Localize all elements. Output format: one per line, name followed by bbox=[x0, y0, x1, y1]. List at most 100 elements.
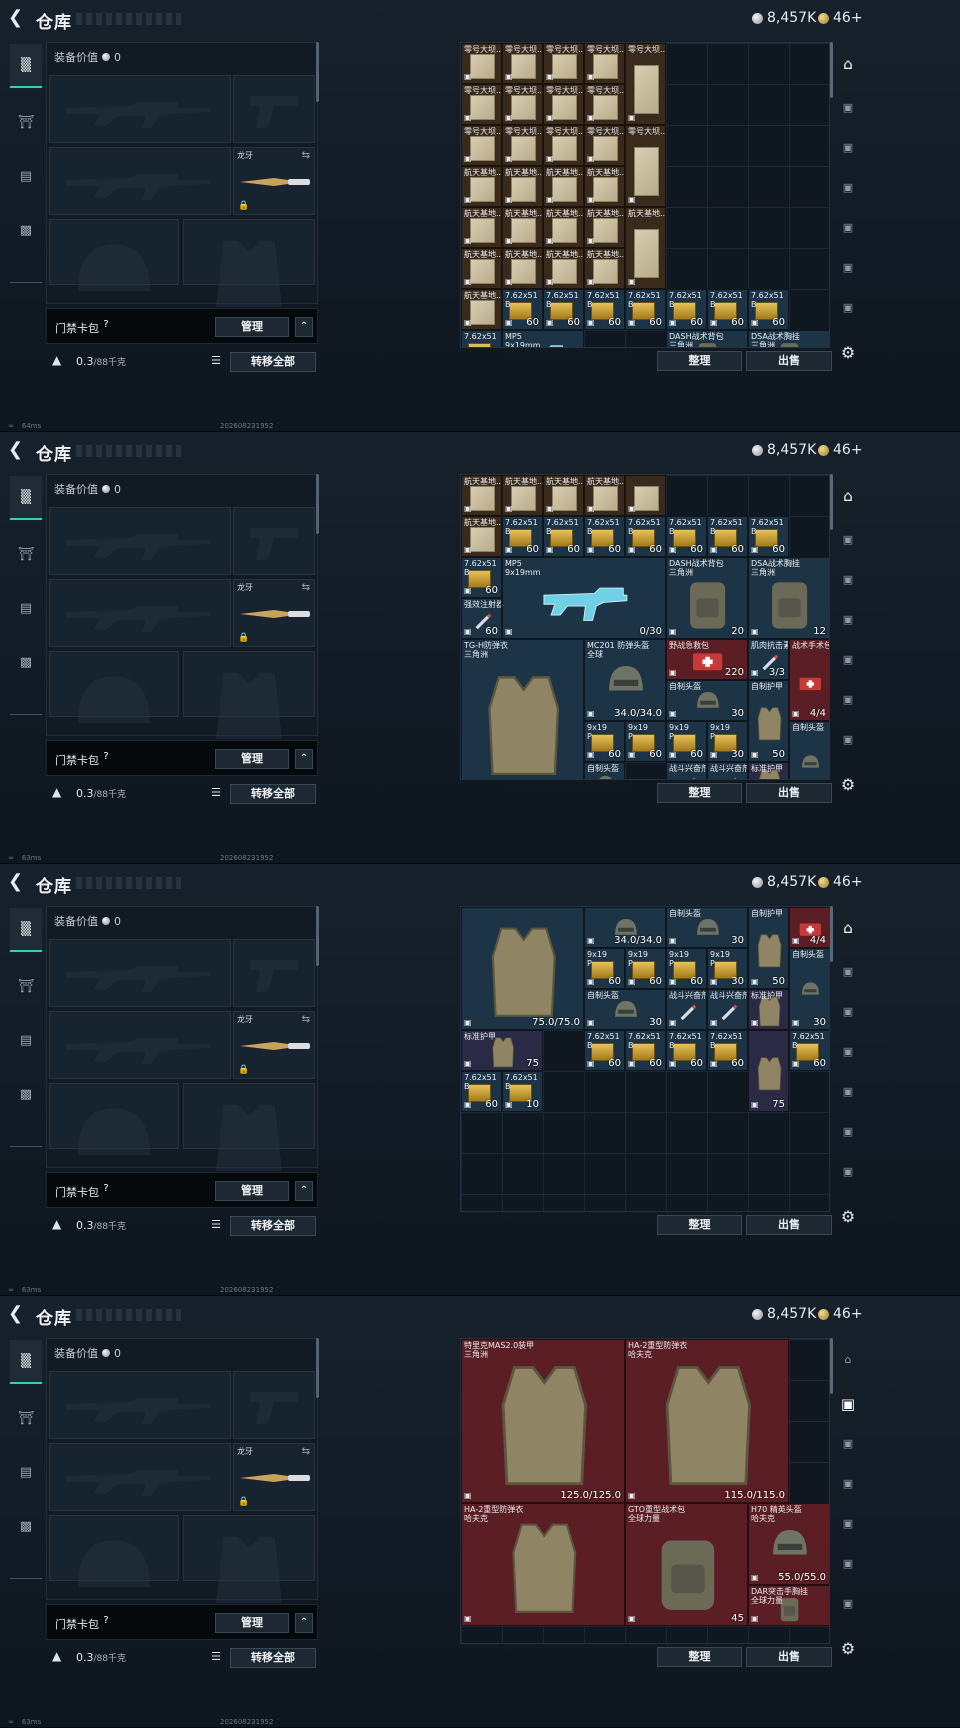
help-icon[interactable]: ? bbox=[99, 1183, 113, 1197]
stash-page-6[interactable]: ▣ bbox=[836, 256, 860, 280]
inventory-item[interactable]: DAR突击手胸挂 全球力量 ▣ bbox=[748, 1585, 829, 1626]
armor-slot[interactable] bbox=[183, 1083, 315, 1171]
primary-weapon-slot[interactable] bbox=[49, 939, 231, 1007]
inventory-item[interactable]: 航天基地... ▣ bbox=[461, 516, 502, 557]
inventory-item[interactable]: 航天基地... ▣ bbox=[502, 166, 543, 207]
inventory-item[interactable]: 7.62x51 B 60 ▣ bbox=[461, 557, 502, 598]
inventory-item[interactable]: 7.62x51 B 60 ▣ bbox=[584, 1030, 625, 1071]
inventory-item[interactable]: 零号大坝... ▣ bbox=[625, 43, 666, 125]
back-arrow-icon[interactable]: ❮ bbox=[8, 1305, 26, 1323]
swap-icon[interactable]: ⇆ bbox=[302, 150, 310, 161]
inventory-item[interactable]: HA-2重型防弹衣 哈夫克 ▣ bbox=[461, 1503, 625, 1626]
inventory-item[interactable]: 9x19 P 60 ▣ bbox=[625, 948, 666, 989]
stash-page-1[interactable]: ⌂ bbox=[836, 484, 860, 508]
melee-slot[interactable]: 龙牙 ⇆ 🔒 bbox=[233, 147, 315, 215]
melee-slot[interactable]: 龙牙 ⇆ 🔒 bbox=[233, 1443, 315, 1511]
tab-cases[interactable]: ▩ bbox=[10, 1072, 42, 1116]
pistol-slot[interactable] bbox=[233, 75, 315, 143]
inventory-item[interactable]: 航天基地... ▣ bbox=[461, 207, 502, 248]
inventory-item[interactable]: 自制护甲 50 ▣ bbox=[748, 907, 789, 989]
stash-scrollbar[interactable] bbox=[830, 1338, 833, 1394]
inventory-item[interactable]: 9x19 P 60 ▣ bbox=[625, 721, 666, 762]
inventory-item[interactable]: 自制头盔▣ bbox=[584, 762, 625, 779]
stash-scrollbar[interactable] bbox=[830, 906, 833, 962]
inventory-item[interactable]: 肌肉抗击素 3/3 ▣ bbox=[748, 639, 789, 680]
inventory-item[interactable]: 航天基地... ▣ bbox=[543, 166, 584, 207]
tab-cases[interactable]: ▩ bbox=[10, 208, 42, 252]
inventory-item[interactable]: 7.62x51 B 60 ▣ bbox=[707, 289, 748, 330]
inventory-item[interactable]: 4/4 ▣ bbox=[789, 907, 829, 948]
tab-consumables[interactable]: ▤ bbox=[10, 1450, 42, 1494]
inventory-item[interactable]: 34.0/34.0 ▣ bbox=[584, 907, 666, 948]
inventory-item[interactable]: 7.62x51 B 60 ▣ bbox=[748, 516, 789, 557]
chevron-up-icon[interactable]: ⌃ bbox=[295, 749, 313, 769]
stash-page-2[interactable]: ▣ bbox=[836, 96, 860, 120]
secondary-weapon-slot[interactable] bbox=[49, 147, 231, 215]
primary-weapon-slot[interactable] bbox=[49, 75, 231, 143]
stash-page-1[interactable]: ⌂ bbox=[836, 52, 860, 76]
inventory-item[interactable]: 75.0/75.0 ▣ bbox=[461, 907, 584, 1030]
inventory-item[interactable]: 自制头盔 30 ▣ bbox=[584, 989, 666, 1030]
armor-slot[interactable] bbox=[183, 651, 315, 739]
manage-button[interactable]: 管理 bbox=[215, 1613, 289, 1633]
pistol-slot[interactable] bbox=[233, 939, 315, 1007]
tab-cases[interactable]: ▩ bbox=[10, 640, 42, 684]
melee-slot[interactable]: 龙牙 ⇆ 🔒 bbox=[233, 1011, 315, 1079]
stash-page-4[interactable]: ▣ bbox=[836, 1040, 860, 1064]
inventory-item[interactable]: 零号大坝... ▣ bbox=[461, 84, 502, 125]
tab-weapons[interactable]: ▒ bbox=[10, 476, 42, 520]
tab-cases[interactable]: ▩ bbox=[10, 1504, 42, 1548]
inventory-item[interactable]: 7.62x51 B 60 ▣ bbox=[584, 289, 625, 330]
inventory-item[interactable]: 零号大坝... ▣ bbox=[543, 84, 584, 125]
stash-page-2[interactable]: ▣ bbox=[836, 960, 860, 984]
inventory-item[interactable]: 7.62x51▣ bbox=[461, 330, 502, 347]
secondary-weapon-slot[interactable] bbox=[49, 579, 231, 647]
inventory-item[interactable]: H70 精英头盔 哈夫克 55.0/55.0 ▣ bbox=[748, 1503, 829, 1585]
inventory-item[interactable]: 零号大坝... ▣ bbox=[584, 43, 625, 84]
inventory-item[interactable]: 零号大坝... ▣ bbox=[461, 43, 502, 84]
inventory-item[interactable]: 7.62x51 B 60 ▣ bbox=[707, 516, 748, 557]
inventory-item[interactable]: MP5 9x19mm 0/30 ▣ bbox=[502, 557, 666, 639]
inventory-item[interactable]: 航天基地... ▣ bbox=[584, 248, 625, 289]
inventory-item[interactable]: 航天基地... ▣ bbox=[461, 475, 502, 516]
stash-scrollbar[interactable] bbox=[830, 474, 833, 530]
chevron-up-icon[interactable]: ⌃ bbox=[295, 1613, 313, 1633]
stash-page-4[interactable]: ▣ bbox=[836, 176, 860, 200]
inventory-item[interactable]: 7.62x51 B 60 ▣ bbox=[789, 1030, 829, 1071]
stash-page-2[interactable]: ▣ bbox=[836, 1392, 860, 1416]
tab-armor[interactable]: ⛩ bbox=[10, 532, 42, 576]
inventory-item[interactable]: 战斗兴奋剂▣ bbox=[707, 762, 748, 779]
inventory-item[interactable]: 航天基地... ▣ bbox=[543, 207, 584, 248]
tab-armor[interactable]: ⛩ bbox=[10, 100, 42, 144]
loadout-scrollbar[interactable] bbox=[316, 1338, 319, 1398]
list-icon[interactable]: ☰ bbox=[208, 354, 224, 370]
inventory-item[interactable]: 自制头盔 30 ▣ bbox=[789, 948, 829, 1030]
inventory-item[interactable]: 航天基地... ▣ bbox=[584, 166, 625, 207]
inventory-item[interactable]: 7.62x51 B 60 ▣ bbox=[666, 516, 707, 557]
inventory-item[interactable]: 7.62x51 B 60 ▣ bbox=[666, 1030, 707, 1071]
inventory-item[interactable]: 零号大坝... ▣ bbox=[502, 84, 543, 125]
stash-page-3[interactable]: ▣ bbox=[836, 136, 860, 160]
stash-page-4[interactable]: ▣ bbox=[836, 1472, 860, 1496]
gear-icon[interactable]: ⚙ bbox=[838, 775, 858, 795]
inventory-item[interactable]: 7.62x51 B 60 ▣ bbox=[625, 516, 666, 557]
primary-weapon-slot[interactable] bbox=[49, 1371, 231, 1439]
tab-weapons[interactable]: ▒ bbox=[10, 908, 42, 952]
list-icon[interactable]: ☰ bbox=[208, 1218, 224, 1234]
armor-slot[interactable] bbox=[183, 219, 315, 307]
inventory-item[interactable]: 7.62x51 B 10 ▣ bbox=[502, 1071, 543, 1112]
secondary-weapon-slot[interactable] bbox=[49, 1443, 231, 1511]
tab-armor[interactable]: ⛩ bbox=[10, 1396, 42, 1440]
stash-page-2[interactable]: ▣ bbox=[836, 528, 860, 552]
loadout-scrollbar[interactable] bbox=[316, 42, 319, 102]
stash-page-7[interactable]: ▣ bbox=[836, 1592, 860, 1616]
stash-page-4[interactable]: ▣ bbox=[836, 608, 860, 632]
inventory-item[interactable]: 标准护甲 ▣ bbox=[748, 989, 789, 1030]
sort-button[interactable]: 整理 bbox=[657, 1215, 742, 1235]
stash-page-6[interactable]: ▣ bbox=[836, 1552, 860, 1576]
inventory-item[interactable]: 战斗兴奋剂▣ bbox=[666, 989, 707, 1030]
inventory-item[interactable]: 7.62x51 B 60 ▣ bbox=[584, 516, 625, 557]
inventory-item[interactable]: 战斗兴奋剂▣ bbox=[666, 762, 707, 779]
inventory-item[interactable]: 航天基地... ▣ bbox=[461, 166, 502, 207]
sort-button[interactable]: 整理 bbox=[657, 351, 742, 371]
